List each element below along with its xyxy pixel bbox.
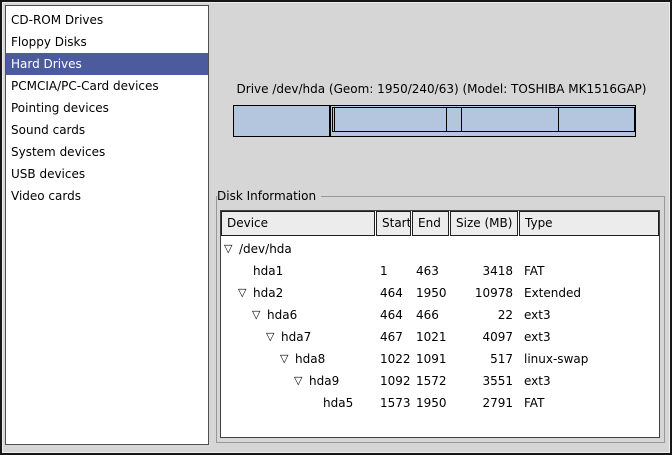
end-cell: 1950 xyxy=(412,396,450,410)
sidebar-item-sound-cards[interactable]: Sound cards xyxy=(6,119,208,141)
sidebar-item-usb-devices[interactable]: USB devices xyxy=(6,163,208,185)
partition-bar xyxy=(233,105,636,137)
expander-icon[interactable]: ▽ xyxy=(280,353,295,364)
size-cell: 10978 xyxy=(450,286,519,300)
start-cell: 467 xyxy=(376,330,412,344)
start-cell: 464 xyxy=(376,286,412,300)
type-cell: ext3 xyxy=(519,330,659,344)
expander-icon[interactable]: ▽ xyxy=(252,309,267,320)
partition-table-body: ▽ /dev/hda hda1 1 463 34 xyxy=(221,236,659,414)
hardware-browser-window: CD-ROM Drives Floppy Disks Hard Drives P… xyxy=(0,0,672,455)
device-cell: hda9 xyxy=(309,374,339,388)
expander-icon[interactable]: ▽ xyxy=(294,375,309,386)
partition-table-header: Device Start End Size (MB) Type xyxy=(221,211,659,236)
disk-information-frame-label: Disk Information xyxy=(217,189,321,204)
table-row-hda9[interactable]: ▽ hda9 1092 1572 3551 ext3 xyxy=(221,370,659,392)
column-header-size[interactable]: Size (MB) xyxy=(450,211,518,236)
device-cell: hda2 xyxy=(253,286,283,300)
table-row-hda8[interactable]: ▽ hda8 1022 1091 517 linux-swap xyxy=(221,348,659,370)
type-cell: ext3 xyxy=(519,308,659,322)
size-cell: 517 xyxy=(450,352,519,366)
start-cell: 464 xyxy=(376,308,412,322)
device-cell: hda1 xyxy=(253,264,283,278)
expander-icon[interactable]: ▽ xyxy=(224,243,239,254)
partition-segment-hda5 xyxy=(558,107,635,132)
column-header-start[interactable]: Start xyxy=(376,211,411,236)
table-row-hda6[interactable]: ▽ hda6 464 466 22 ext3 xyxy=(221,304,659,326)
sidebar-item-floppy-disks[interactable]: Floppy Disks xyxy=(6,31,208,53)
table-row-hda2[interactable]: ▽ hda2 464 1950 10978 Extended xyxy=(221,282,659,304)
partition-segment-hda1 xyxy=(233,105,330,137)
size-cell: 3418 xyxy=(450,264,519,278)
sidebar-item-pointing-devices[interactable]: Pointing devices xyxy=(6,97,208,119)
device-cell: hda8 xyxy=(295,352,325,366)
start-cell: 1022 xyxy=(376,352,412,366)
type-cell: linux-swap xyxy=(519,352,659,366)
end-cell: 1572 xyxy=(412,374,450,388)
device-cell: hda6 xyxy=(267,308,297,322)
start-cell: 1573 xyxy=(376,396,412,410)
size-cell: 3551 xyxy=(450,374,519,388)
device-cell: /dev/hda xyxy=(239,242,292,256)
partition-segment-hda7 xyxy=(334,107,447,132)
end-cell: 1091 xyxy=(412,352,450,366)
sidebar-item-system-devices[interactable]: System devices xyxy=(6,141,208,163)
sidebar-item-pcmcia-devices[interactable]: PCMCIA/PC-Card devices xyxy=(6,75,208,97)
type-cell: Extended xyxy=(519,286,659,300)
logical-partitions xyxy=(332,107,635,132)
column-header-type[interactable]: Type xyxy=(519,211,659,236)
table-row-dev-hda[interactable]: ▽ /dev/hda xyxy=(221,238,659,260)
device-cell: hda7 xyxy=(281,330,311,344)
size-cell: 4097 xyxy=(450,330,519,344)
size-cell: 2791 xyxy=(450,396,519,410)
column-header-device[interactable]: Device xyxy=(221,211,375,236)
start-cell: 1 xyxy=(376,264,412,278)
size-cell: 22 xyxy=(450,308,519,322)
end-cell: 1950 xyxy=(412,286,450,300)
table-row-hda1[interactable]: hda1 1 463 3418 FAT xyxy=(221,260,659,282)
type-cell: ext3 xyxy=(519,374,659,388)
end-cell: 1021 xyxy=(412,330,450,344)
partition-segment-hda9 xyxy=(461,107,559,132)
table-row-hda7[interactable]: ▽ hda7 467 1021 4097 ext3 xyxy=(221,326,659,348)
type-cell: FAT xyxy=(519,264,659,278)
end-cell: 463 xyxy=(412,264,450,278)
expander-icon[interactable]: ▽ xyxy=(266,331,281,342)
partition-segment-hda2-extended xyxy=(330,105,636,137)
sidebar-item-cdrom-drives[interactable]: CD-ROM Drives xyxy=(6,9,208,31)
column-header-end[interactable]: End xyxy=(412,211,449,236)
drive-geometry-label: Drive /dev/hda (Geom: 1950/240/63) (Mode… xyxy=(215,82,668,96)
end-cell: 466 xyxy=(412,308,450,322)
partition-table: Device Start End Size (MB) Type ▽ /dev/h… xyxy=(220,210,660,438)
partition-segment-hda8 xyxy=(446,107,462,132)
device-category-list: CD-ROM Drives Floppy Disks Hard Drives P… xyxy=(5,5,209,445)
sidebar-item-video-cards[interactable]: Video cards xyxy=(6,185,208,207)
device-cell: hda5 xyxy=(323,396,353,410)
disk-information-frame: Disk Information Device Start End Size (… xyxy=(216,196,665,443)
sidebar-item-hard-drives[interactable]: Hard Drives xyxy=(6,53,208,75)
type-cell: FAT xyxy=(519,396,659,410)
start-cell: 1092 xyxy=(376,374,412,388)
expander-icon[interactable]: ▽ xyxy=(238,287,253,298)
table-row-hda5[interactable]: hda5 1573 1950 2791 FAT xyxy=(221,392,659,414)
